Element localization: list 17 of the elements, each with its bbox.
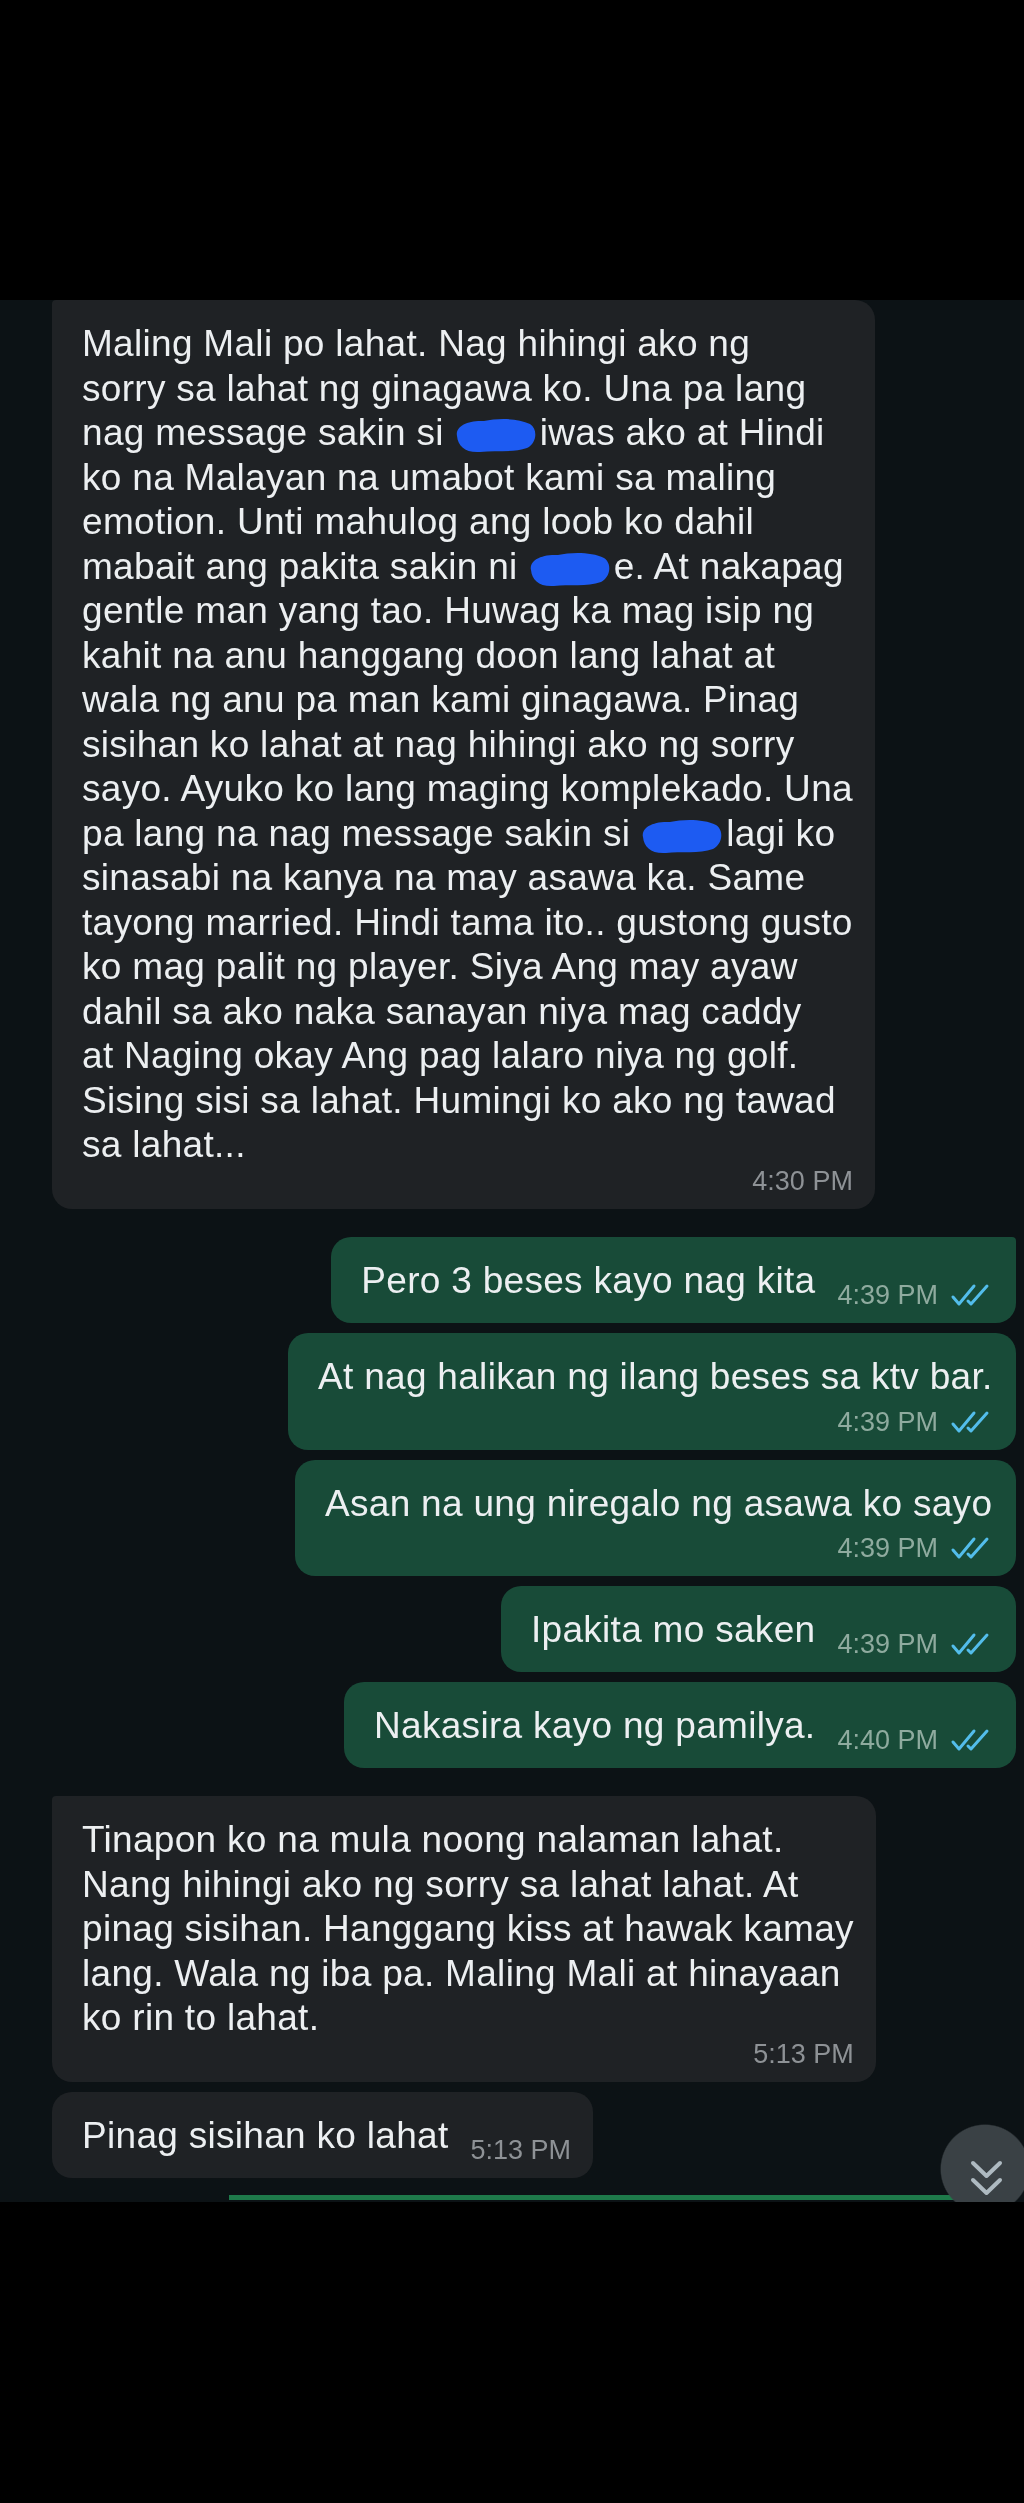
message-text: At nag halikan ng ilang beses sa ktv bar. (318, 1356, 993, 1397)
message-text: Tinapon ko na mula noong nalaman lahat. Nang hihingi ako ng sorry sa lahat lahat. At pinag sisihan. Hanggang kiss at hawak kamay lang. Wala ng iba pa. Maling Mali at hinayaan ko rin to lahat. (82, 1819, 854, 2038)
message-time: 4:39 PM (837, 1630, 938, 1658)
message-time: 5:13 PM (470, 2136, 572, 2164)
message-text: Ipakita mo saken (530, 1609, 816, 1650)
double-chevron-down-icon (970, 2159, 1003, 2198)
message-text: Pero 3 beses kayo nag kita (361, 1260, 816, 1301)
message-text: Nakasira kayo ng pamilya. (374, 1705, 816, 1746)
message-time: 4:30 PM (752, 1167, 853, 1195)
message-time: 4:39 PM (837, 1407, 938, 1436)
message-time: 5:13 PM (753, 2040, 854, 2068)
message-text: Maling Mali po lahat. Nag hihingi ako ng sorry sa lahat ng ginagawa ko. Una pa lang nag message sakin si iwas ako at Hindi ko na Malayan na umabot kami sa maling emotion. Unti mahulog ang loob ko dahil mabait ang pakita sakin ni e. At nakapag gentle man yang tao. Huwag ka mag isip ng kahit na anu hanggang doon lang lahat at wala ng anu pa man kami ginagawa. Pinag sisihan ko lahat at nag hihingi ako ng sorry sayo. Ayuko ko lang maging komplekado. Una pa lang na nag message sakin si lagi ko sinasabi na kanya na may asawa ka. Same tayong married. Hindi tama ito.. gustong gusto ko mag palit ng player. Siya Ang may ayaw dahil sa ako naka sanayan niya mag caddy at Naging okay Ang pag lalaro niya ng golf. Sising sisi sa lahat. Humingi ko ako ng tawad sa lahat... (82, 323, 853, 1165)
message-time: 4:39 PM (837, 1281, 938, 1309)
message-text: Asan na ung niregalo ng asawa ko sayo (325, 1482, 993, 1524)
message-text: Pinag sisihan ko lahat (82, 2115, 449, 2156)
message-time: 4:39 PM (837, 1534, 938, 1562)
message-time: 4:40 PM (837, 1726, 938, 1754)
